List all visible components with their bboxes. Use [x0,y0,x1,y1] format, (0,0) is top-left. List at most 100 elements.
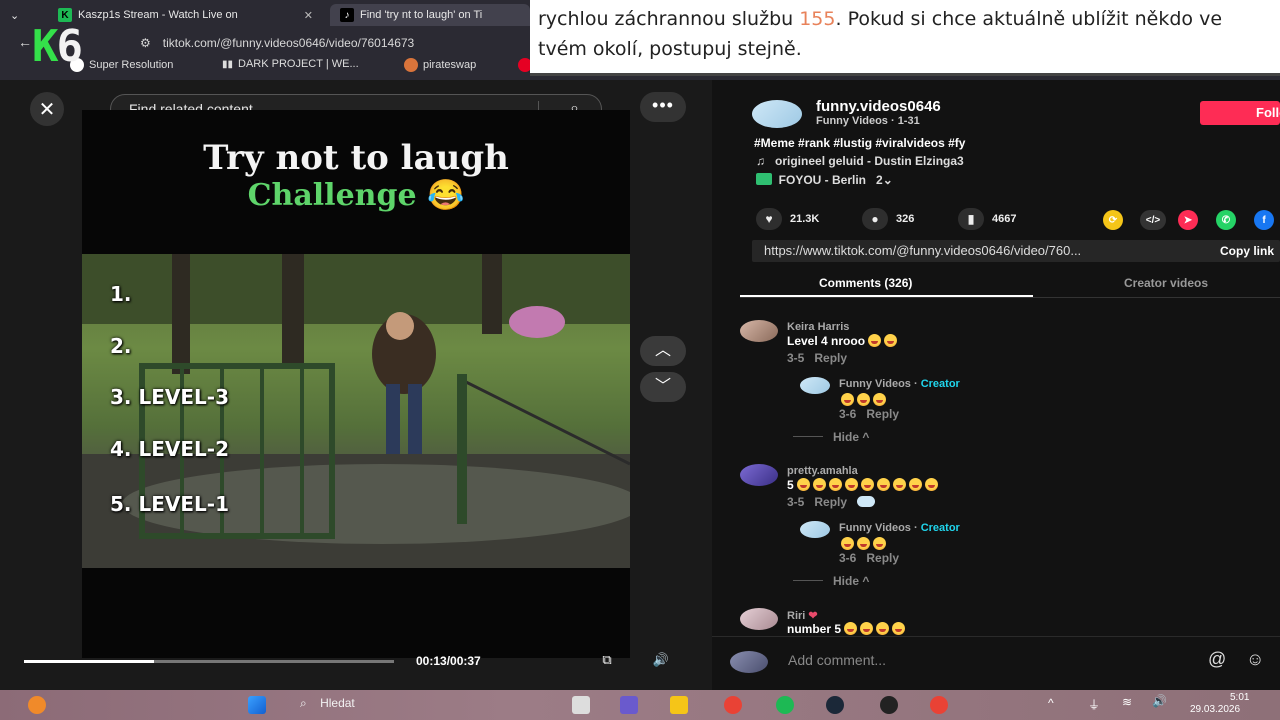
file-explorer-icon[interactable] [670,696,688,714]
laughing-emoji-icon [828,478,842,491]
add-comment-input[interactable]: Add comment... [788,652,886,668]
like-action[interactable]: ♥ 21.3K [756,208,819,230]
tab-tiktok[interactable]: ♪ Find 'try nt to laugh' on Ti [330,4,530,26]
notice-text: . Pokud si chce aktuálně ublížit někdo v… [835,8,1223,30]
address-bar[interactable]: ⚙ tiktok.com/@funny.videos0646/video/760… [140,32,540,54]
notice-overlay: rychlou záchrannou službu 155. Pokud si … [530,0,1280,76]
video-time: 00:13/00:37 [416,654,481,668]
tab-kaszp1s[interactable]: K Kaszp1s Stream - Watch Live on ✕ [58,4,313,26]
video-progress-bar[interactable] [24,660,394,663]
url-text: tiktok.com/@funny.videos0646/video/76014… [162,36,415,50]
avatar[interactable] [800,377,830,394]
clock-time[interactable]: 5:01 [1230,692,1249,703]
progress-fill [24,660,154,663]
avatar[interactable] [740,608,778,630]
back-arrow-icon[interactable]: ← [18,34,32,50]
chrome-icon[interactable] [724,696,742,714]
facebook-icon[interactable]: f [1254,210,1274,230]
level-label-3: 3. LEVEL-3 [110,385,229,409]
task-view-icon[interactable] [572,696,590,714]
reply-author[interactable]: Funny Videos · Creator [839,522,960,534]
comment-action[interactable]: ● 326 [862,208,914,230]
heart-icon: ♥ [756,208,782,230]
tab-creator-videos[interactable]: Creator videos [1124,276,1208,290]
wifi-icon[interactable]: ≋ [1122,695,1132,709]
reply-author[interactable]: Funny Videos · Creator [839,378,960,390]
reply-date: 3-6 [839,407,857,421]
hide-replies-button[interactable]: Hide ^ [793,430,869,444]
repost-icon[interactable]: ⟳ [1103,210,1123,230]
bookmark-dark-project[interactable]: ▮▮ DARK PROJECT | WE... [222,58,359,70]
chrome-profile-icon[interactable] [930,696,948,714]
close-button[interactable]: ✕ [30,92,64,126]
clock-date[interactable]: 29.03.2026 [1190,704,1240,715]
steam-icon[interactable] [826,696,844,714]
bookmark-label: pirateswap [423,59,477,71]
level-label-5: 5. LEVEL-1 [110,492,229,516]
divider [793,580,823,581]
usb-icon[interactable]: ⏚ [1088,696,1100,713]
site-info-icon[interactable]: ⚙ [140,36,151,50]
obs-icon[interactable] [880,696,898,714]
bookmark-pirateswap[interactable]: pirateswap [404,58,476,72]
embed-icon[interactable]: </> [1140,210,1166,230]
hide-replies-button[interactable]: Hide ^ [793,574,869,588]
video-player[interactable]: Try not to laugh Challenge 😂 1. 2. 3. LE… [82,110,630,658]
reply-author-name: Funny Videos [839,378,911,390]
whatsapp-icon[interactable]: ✆ [1216,210,1236,230]
location-count: 2 [876,173,883,187]
windows-start-icon[interactable] [248,696,266,714]
avatar[interactable] [740,464,778,486]
chevron-up-icon: ^ [862,574,870,588]
laughing-emoji-icon [876,622,890,635]
previous-video-button[interactable]: ︿ [640,336,686,366]
chevron-down-icon: ⌄ [10,9,20,22]
picture-in-picture-icon[interactable]: ⧉ [596,652,618,670]
teams-icon[interactable] [620,696,638,714]
comment-date: 3-5 [787,351,805,365]
volume-icon[interactable]: 🔊 [650,652,672,670]
bookmark-icon: ▮ [958,208,984,230]
copy-link-button[interactable]: Copy link [1220,244,1274,258]
comment-author[interactable]: Riri ❤ [787,609,818,622]
send-icon[interactable]: ➤ [1178,210,1198,230]
level-label-4: 4. LEVEL-2 [110,437,229,461]
taskbar-search[interactable]: ⌕ Hledat [300,696,355,711]
reply-button[interactable]: Reply [866,551,899,565]
reply-button[interactable]: Reply [866,407,899,421]
post-username[interactable]: funny.videos0646 [816,98,941,115]
mention-icon[interactable]: @ [1208,649,1226,670]
reply-button[interactable]: Reply [814,351,847,365]
more-options-button[interactable]: ••• [640,92,686,122]
laughing-emoji-icon [812,478,826,491]
avatar[interactable] [800,521,830,538]
creator-badge: Creator [920,378,960,390]
tray-expand-icon[interactable]: ^ [1048,696,1054,710]
location-row[interactable]: FOYOU - Berlin 2⌄ [756,173,893,187]
post-url-field[interactable]: https://www.tiktok.com/@funny.videos0646… [752,240,1280,262]
reply-button[interactable]: Reply [814,495,847,509]
next-video-button[interactable]: ﹀ [640,372,686,402]
comment-author[interactable]: Keira Harris [787,321,849,333]
location-name: FOYOU - Berlin [778,173,867,187]
speaker-icon[interactable]: 🔊 [1152,694,1167,708]
save-action[interactable]: ▮ 4667 [958,208,1016,230]
location-icon [756,173,772,185]
sound-row[interactable]: ♫ origineel geluid - Dustin Elzinga3 [756,154,964,168]
avatar [730,651,768,673]
comment-text: Level 4 nrooo [787,334,900,348]
emoji-icon[interactable]: ☺ [1246,649,1264,670]
tab-comments[interactable]: Comments (326) [819,276,912,290]
laughing-emoji-icon [884,334,898,347]
comment-body: number 5 [787,622,842,636]
avatar[interactable] [740,320,778,342]
weather-icon[interactable] [28,696,46,714]
avatar[interactable] [752,100,802,128]
follow-button[interactable]: Follow [1200,101,1280,125]
close-tab-icon[interactable]: ✕ [304,9,313,22]
comment-date: 3-5 [787,495,805,509]
post-url-text: https://www.tiktok.com/@funny.videos0646… [764,243,1082,258]
post-hashtags[interactable]: #Meme #rank #lustig #viralvideos #fy [754,136,965,150]
comment-author[interactable]: pretty.amahla [787,465,858,477]
spotify-icon[interactable] [776,696,794,714]
